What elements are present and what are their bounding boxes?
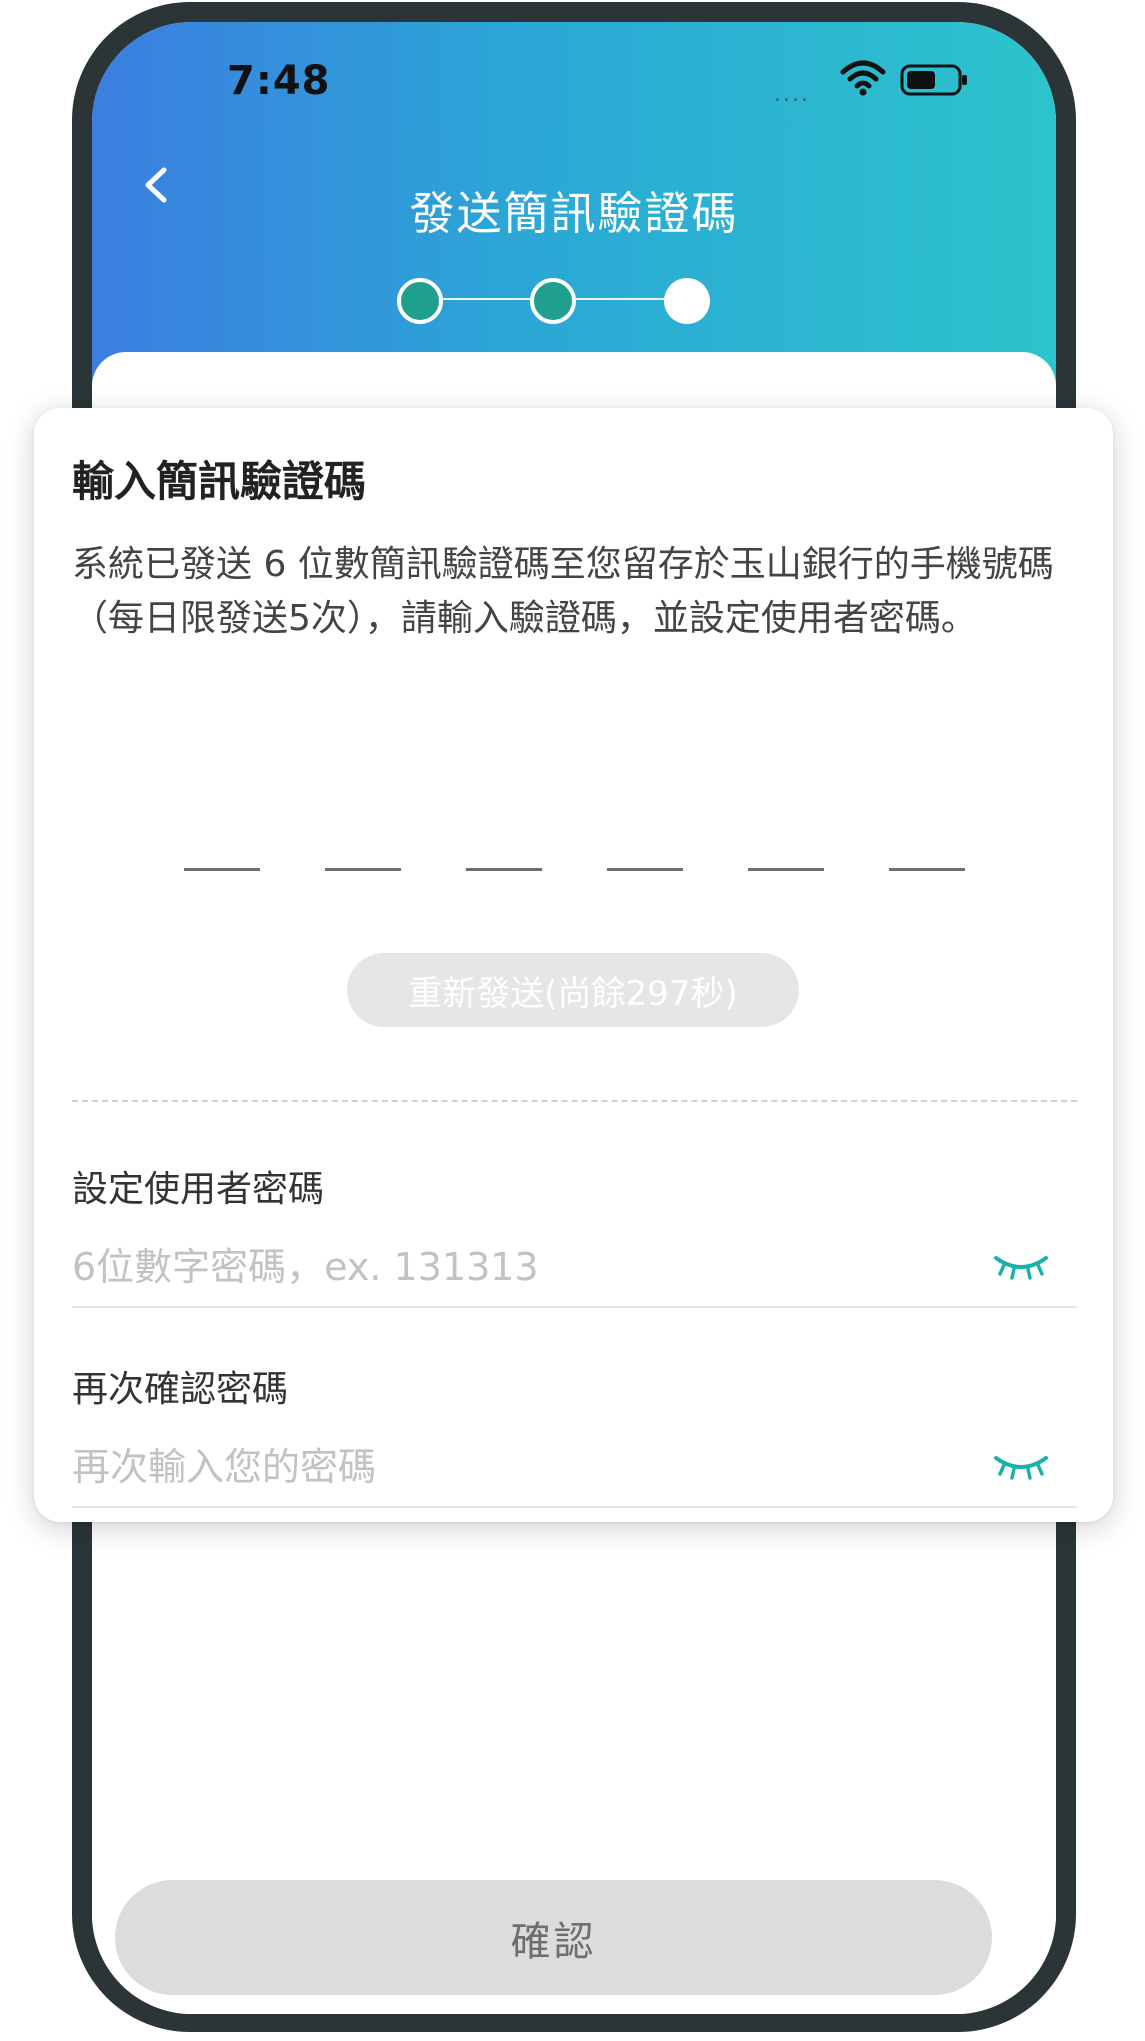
card-description: 系統已發送 6 位數簡訊驗證碼至您留存於玉山銀行的手機號碼（每日限發送5次），請… (72, 544, 1054, 639)
resend-button[interactable]: 重新發送(尚餘297秒) (347, 953, 799, 1027)
eye-closed-icon[interactable] (992, 1452, 1050, 1482)
step-3-indicator (664, 278, 710, 324)
otp-digit-slot[interactable] (889, 868, 965, 871)
otp-digit-slot[interactable] (325, 868, 401, 871)
step-1-indicator (397, 278, 443, 324)
section-divider (72, 1100, 1077, 1102)
eye-closed-icon[interactable] (992, 1252, 1050, 1282)
card-title: 輸入簡訊驗證碼 (72, 457, 367, 506)
otp-digit-slot[interactable] (466, 868, 542, 871)
stepper-connector (576, 298, 664, 300)
otp-digit-slot[interactable] (607, 868, 683, 871)
otp-input[interactable] (184, 868, 1004, 878)
progress-stepper (92, 22, 1056, 342)
confirm-password-label: 再次確認密碼 (72, 1369, 289, 1410)
otp-digit-slot[interactable] (748, 868, 824, 871)
step-2-indicator (530, 278, 576, 324)
password-input[interactable] (72, 1238, 1077, 1308)
password-label: 設定使用者密碼 (72, 1169, 325, 1210)
otp-digit-slot[interactable] (184, 868, 260, 871)
otp-card: 輸入簡訊驗證碼 系統已發送 6 位數簡訊驗證碼至您留存於玉山銀行的手機號碼（每日… (34, 408, 1113, 1522)
confirm-button[interactable]: 確認 (115, 1880, 992, 1995)
stepper-connector (442, 298, 530, 300)
confirm-password-input[interactable] (72, 1438, 1077, 1508)
